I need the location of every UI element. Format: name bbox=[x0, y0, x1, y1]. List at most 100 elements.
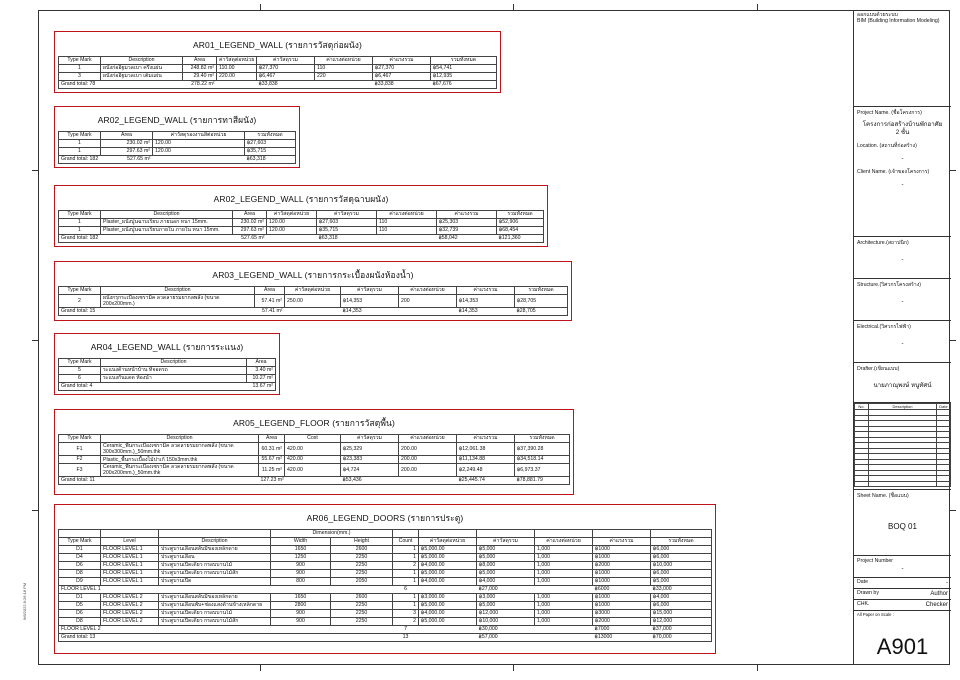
grand-total-row: Grand total: 13 13 ฿57,000 ฿13000 ฿70,000 bbox=[58, 633, 712, 642]
print-timestamp: 9/6/2022 8:26:18 PM bbox=[22, 582, 27, 620]
scale-label: All Paper on Scale : bbox=[857, 612, 894, 617]
sheet-number: A901 bbox=[876, 634, 929, 659]
table-cell: ฿4,000.00 bbox=[418, 609, 478, 618]
table-cell: ประตูบานเปิดเดี่ยว กรอบบานไม้ bbox=[158, 561, 271, 570]
table-cell: ฿37,000 bbox=[650, 625, 712, 634]
schedule-ar01[interactable]: AR01_LEGEND_WALL (รายการวัสดุก่อผนัง) Ty… bbox=[54, 31, 501, 93]
column-header: Type Mark bbox=[58, 286, 101, 295]
electrical-label: Electrical.(วิศวกรไฟฟ้า) bbox=[857, 324, 911, 330]
table-cell: ฿30,000 bbox=[476, 625, 535, 634]
table-cell: ฿4,000 bbox=[476, 577, 536, 586]
table-cell: 2600 bbox=[329, 593, 394, 602]
schedule-table: Type Mark Area ค่าวัสดุรองงานสีต่อหน่วย รวม… bbox=[58, 131, 296, 164]
table-cell: 2250 bbox=[329, 561, 394, 570]
table-cell: 3 bbox=[392, 609, 420, 618]
header-row: Type Mark Level Description Width Height Coun… bbox=[58, 537, 712, 546]
schedule-ar06[interactable]: AR06_LEGEND_DOORS (รายการประตู) Dimensio… bbox=[54, 504, 716, 654]
header-row: Type Mark Description Area ค่าวัสดุต่อหน่วย… bbox=[58, 210, 544, 219]
table-cell: ฿3000 bbox=[592, 609, 652, 618]
column-header: ค่าวัสดุต่อหน่วย bbox=[216, 56, 257, 65]
table-cell: 2600 bbox=[329, 545, 394, 554]
grand-total-row: Grand total: 4 13.67 m² bbox=[58, 382, 276, 391]
table-cell: ฿6,000 bbox=[650, 553, 712, 562]
table-cell: ฿57,000 bbox=[476, 633, 535, 642]
table-cell: 220 bbox=[314, 72, 373, 81]
table-cell bbox=[270, 625, 331, 634]
project-name: โครงการก่อสร้างบ้านพักอาศัย 2 ชั้น bbox=[862, 121, 943, 136]
table-cell: ฿2000 bbox=[592, 561, 652, 570]
table-row: 1 230.02 m² 120.00 ฿27,603 bbox=[58, 139, 296, 148]
table-cell: ฿54,741 bbox=[430, 64, 497, 73]
drawn-by-row: Drawn by Author bbox=[854, 589, 951, 600]
header-row: Type Mark Description Area bbox=[58, 358, 276, 367]
level-total-row: FLOOR LEVEL 1: 6 6 ฿27,000 ฿6000฿33,000 bbox=[58, 585, 712, 594]
table-row: F1 Ceramic_พื้นกระเบื้องเซรามิค ลวดลายรมย… bbox=[58, 442, 570, 456]
date-row: Date - bbox=[854, 578, 951, 589]
table-cell bbox=[418, 633, 477, 642]
table-cell: ฿27,603 bbox=[244, 139, 296, 148]
table-cell: D5 bbox=[58, 601, 101, 610]
drafter-section: Drafter.(เขียนแบบ) นายภาณุพงษ์ หนูทัศน์ bbox=[854, 363, 951, 403]
table-cell: 2250 bbox=[329, 569, 394, 578]
schedule-ar04[interactable]: AR04_LEGEND_WALL (รายการระแนง) Type Mark… bbox=[54, 333, 280, 395]
door-row: D4 FLOOR LEVEL 1 ประตูบานเลื่อน 1250 2250 1 ฿5… bbox=[58, 553, 712, 562]
column-header: ค่าแรงรวม bbox=[456, 286, 515, 295]
column-header: Area bbox=[182, 56, 217, 65]
table-cell: 1,000 bbox=[534, 553, 594, 562]
table-cell: D4 bbox=[58, 553, 101, 562]
column-header: Description bbox=[100, 56, 183, 65]
schedule-table: Type Mark Description Area ค่าวัสดุต่อหน่วย… bbox=[58, 286, 568, 316]
bim-label: ออกแบบด้วยระบบ BIM (Building Information… bbox=[857, 12, 940, 24]
table-cell bbox=[330, 585, 393, 594]
table-cell: 1 bbox=[58, 147, 101, 156]
table-cell: 120.00 bbox=[266, 218, 317, 227]
table-cell: ฿12,000 bbox=[476, 609, 536, 618]
table-cell: ฿6,000 bbox=[650, 569, 712, 578]
table-cell: 2800 bbox=[270, 601, 331, 610]
column-header: Type Mark bbox=[58, 537, 101, 546]
table-cell: ฿35,715 bbox=[244, 147, 296, 156]
client-label: Client Name. (เจ้าของโครงการ) bbox=[857, 169, 930, 175]
table-cell: ฿1000 bbox=[592, 553, 652, 562]
table-cell: ฿14,353 bbox=[340, 294, 399, 308]
table-cell: ระแนงกันแดด ห้องน้ำ bbox=[100, 374, 247, 383]
schedule-ar03[interactable]: AR03_LEGEND_WALL (รายการกระเบื้องผนังห้อ… bbox=[54, 261, 572, 321]
door-row: D5 FLOOR LEVEL 2 ประตูบานเลื่อนพับ+ช่องแสง… bbox=[58, 601, 712, 610]
schedule-ar02-paint[interactable]: AR02_LEGEND_WALL (รายการทาสีผนัง) Type M… bbox=[54, 106, 300, 168]
column-header: ค่าวัสดุรวม bbox=[476, 537, 536, 546]
table-cell bbox=[376, 234, 437, 243]
column-header: ค่าแรงต่อหน่วย bbox=[314, 56, 373, 65]
table-cell: ฿6000 bbox=[592, 585, 651, 594]
table-cell: ประตูบานเลื่อนสลับมีของเหล็กดาย bbox=[158, 593, 271, 602]
schedule-ar02-plaster[interactable]: AR02_LEGEND_WALL (รายการวัสดุฉาบผนัง) Ty… bbox=[54, 185, 548, 247]
header-row: Type Mark Area ค่าวัสดุรองงานสีต่อหน่วย รวม… bbox=[58, 131, 296, 140]
project-number-section: Project Number - bbox=[854, 556, 951, 578]
table-cell: ฿5,000.00 bbox=[418, 617, 478, 626]
sheet-name-label: Sheet Name. (ชื่อแบบ) bbox=[857, 493, 909, 499]
table-cell: 1 bbox=[58, 218, 101, 227]
table-cell: ฿6,000 bbox=[650, 601, 712, 610]
column-header: ค่าวัสดุรวม bbox=[340, 286, 399, 295]
table-cell bbox=[100, 633, 159, 642]
table-cell: ฿10,000 bbox=[476, 617, 536, 626]
drawn-by-value: Author bbox=[930, 591, 948, 597]
table-cell: ฿5,000 bbox=[476, 569, 536, 578]
table-cell: 2050 bbox=[329, 577, 394, 586]
table-cell: ฿25,329 bbox=[340, 442, 399, 456]
revision-row bbox=[854, 480, 951, 487]
column-header: Description bbox=[100, 358, 247, 367]
table-cell: ฿5,000.00 bbox=[418, 601, 478, 610]
table-cell: ฿63,318 bbox=[244, 155, 296, 164]
location-label: Location. (สถานที่ก่อสร้าง) bbox=[857, 143, 917, 149]
table-cell: Plaster_ผนังปูนฉาบเรียบภายใน ภายใน หนา 1… bbox=[100, 226, 233, 235]
schedule-ar05[interactable]: AR05_LEGEND_FLOOR (รายการวัสดุพื้น) Type… bbox=[54, 409, 574, 495]
table-cell: ฿52,906 bbox=[496, 218, 544, 227]
door-row: D8 FLOOR LEVEL 2 ประตูบานเปิดเดี่ยว กรอบบา… bbox=[58, 617, 712, 626]
table-cell: ฿27,000 bbox=[476, 585, 535, 594]
schedule-title: AR01_LEGEND_WALL (รายการวัสดุก่อผนัง) bbox=[193, 40, 362, 50]
border-tick bbox=[757, 665, 758, 671]
chk-value: Checker bbox=[925, 602, 948, 608]
table-cell: ฿28,705 bbox=[514, 307, 568, 316]
table-cell: ฿4,000.00 bbox=[418, 577, 478, 586]
table-cell: D1 bbox=[58, 593, 101, 602]
